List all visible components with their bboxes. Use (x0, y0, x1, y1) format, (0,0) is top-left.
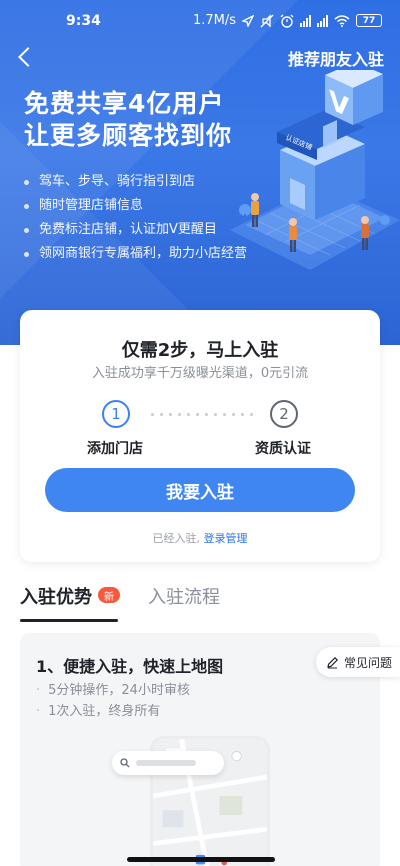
step-connector (151, 413, 253, 416)
bullet-dot (24, 179, 29, 185)
step-1-indicator: 1 (102, 400, 130, 428)
login-manage-link[interactable]: 登录管理 (204, 532, 248, 545)
benefit-item: 随时管理店铺信息 (24, 194, 247, 218)
benefit-item: 免费标注店铺，认证加V更醒目 (24, 218, 247, 242)
network-speed: 1.7M/s (192, 13, 236, 28)
step-2-label: 资质认证 (255, 441, 311, 457)
new-badge: 新 (98, 587, 120, 603)
tab-process[interactable]: 入驻流程 (148, 583, 220, 609)
advantage-point: · 5分钟操作，24小时审核 (36, 683, 190, 698)
signal-icon-2 (317, 14, 328, 27)
back-button[interactable] (10, 42, 40, 72)
benefit-list: 驾车、步导、骑行指引到店 随时管理店铺信息 免费标注店铺，认证加V更醒目 领网商… (24, 170, 247, 266)
faq-button[interactable]: 常见问题 (316, 647, 400, 677)
tab-advantages[interactable]: 入驻优势 (20, 583, 92, 609)
card-subtitle: 入驻成功享千万级曝光渠道，0元引流 (91, 366, 309, 381)
back-chevron-icon (18, 47, 38, 67)
advantage-title: 1、便捷入驻，快速上地图 (36, 657, 224, 676)
search-icon (120, 758, 130, 768)
signal-icon (300, 14, 311, 27)
hero-banner: 9:34 1.7M/s 77 推荐朋友入驻 免费共享4亿用户 让更多顾客找到你 … (0, 0, 400, 345)
benefit-item: 驾车、步导、骑行指引到店 (24, 170, 247, 194)
already-joined-text: 已经入驻, (152, 532, 201, 545)
faq-label: 常见问题 (344, 655, 393, 670)
bullet-dot (24, 227, 29, 233)
active-tab-underline (20, 619, 118, 622)
hero-title-line2: 让更多顾客找到你 (24, 121, 233, 150)
card-title: 仅需2步，马上入驻 (121, 340, 279, 361)
alarm-icon (280, 14, 294, 28)
already-joined-row: 已经入驻, 登录管理 (20, 530, 380, 546)
advantage-point: · 1次入驻，终身所有 (36, 704, 161, 719)
hero-title: 免费共享4亿用户 让更多顾客找到你 (24, 88, 232, 152)
location-icon (242, 14, 254, 27)
step-2-indicator: 2 (270, 400, 298, 428)
nav-bar: 推荐朋友入驻 (0, 42, 400, 72)
bullet-dot (24, 251, 29, 257)
hero-title-line1: 免费共享4亿用户 (24, 89, 225, 118)
status-time: 9:34 (66, 13, 101, 29)
person-figure (361, 216, 369, 250)
status-bar: 9:34 1.7M/s 77 (0, 0, 400, 42)
join-steps-card: 仅需2步，马上入驻 入驻成功享千万级曝光渠道，0元引流 1 2 添加门店 资质认… (20, 310, 380, 562)
battery-icon: 77 (356, 14, 382, 27)
store-illustration: 认证店铺 V (230, 70, 400, 270)
home-indicator[interactable] (127, 857, 275, 862)
content-tabs: 入驻优势 新 入驻流程 (0, 583, 400, 623)
blurred-placeholder (136, 760, 196, 766)
step-1-label: 添加门店 (87, 441, 143, 457)
status-icons: 1.7M/s 77 (193, 13, 382, 28)
map-search-bar (112, 751, 224, 775)
benefit-item: 领网商银行专属福利，助力小店经营 (24, 242, 247, 266)
edit-pencil-icon (327, 656, 339, 668)
join-button[interactable]: 我要入驻 (45, 468, 355, 512)
refer-friend-link[interactable]: 推荐朋友入驻 (288, 46, 384, 70)
bullet-dot (24, 203, 29, 209)
mute-icon (260, 13, 274, 28)
wifi-icon (334, 14, 350, 27)
